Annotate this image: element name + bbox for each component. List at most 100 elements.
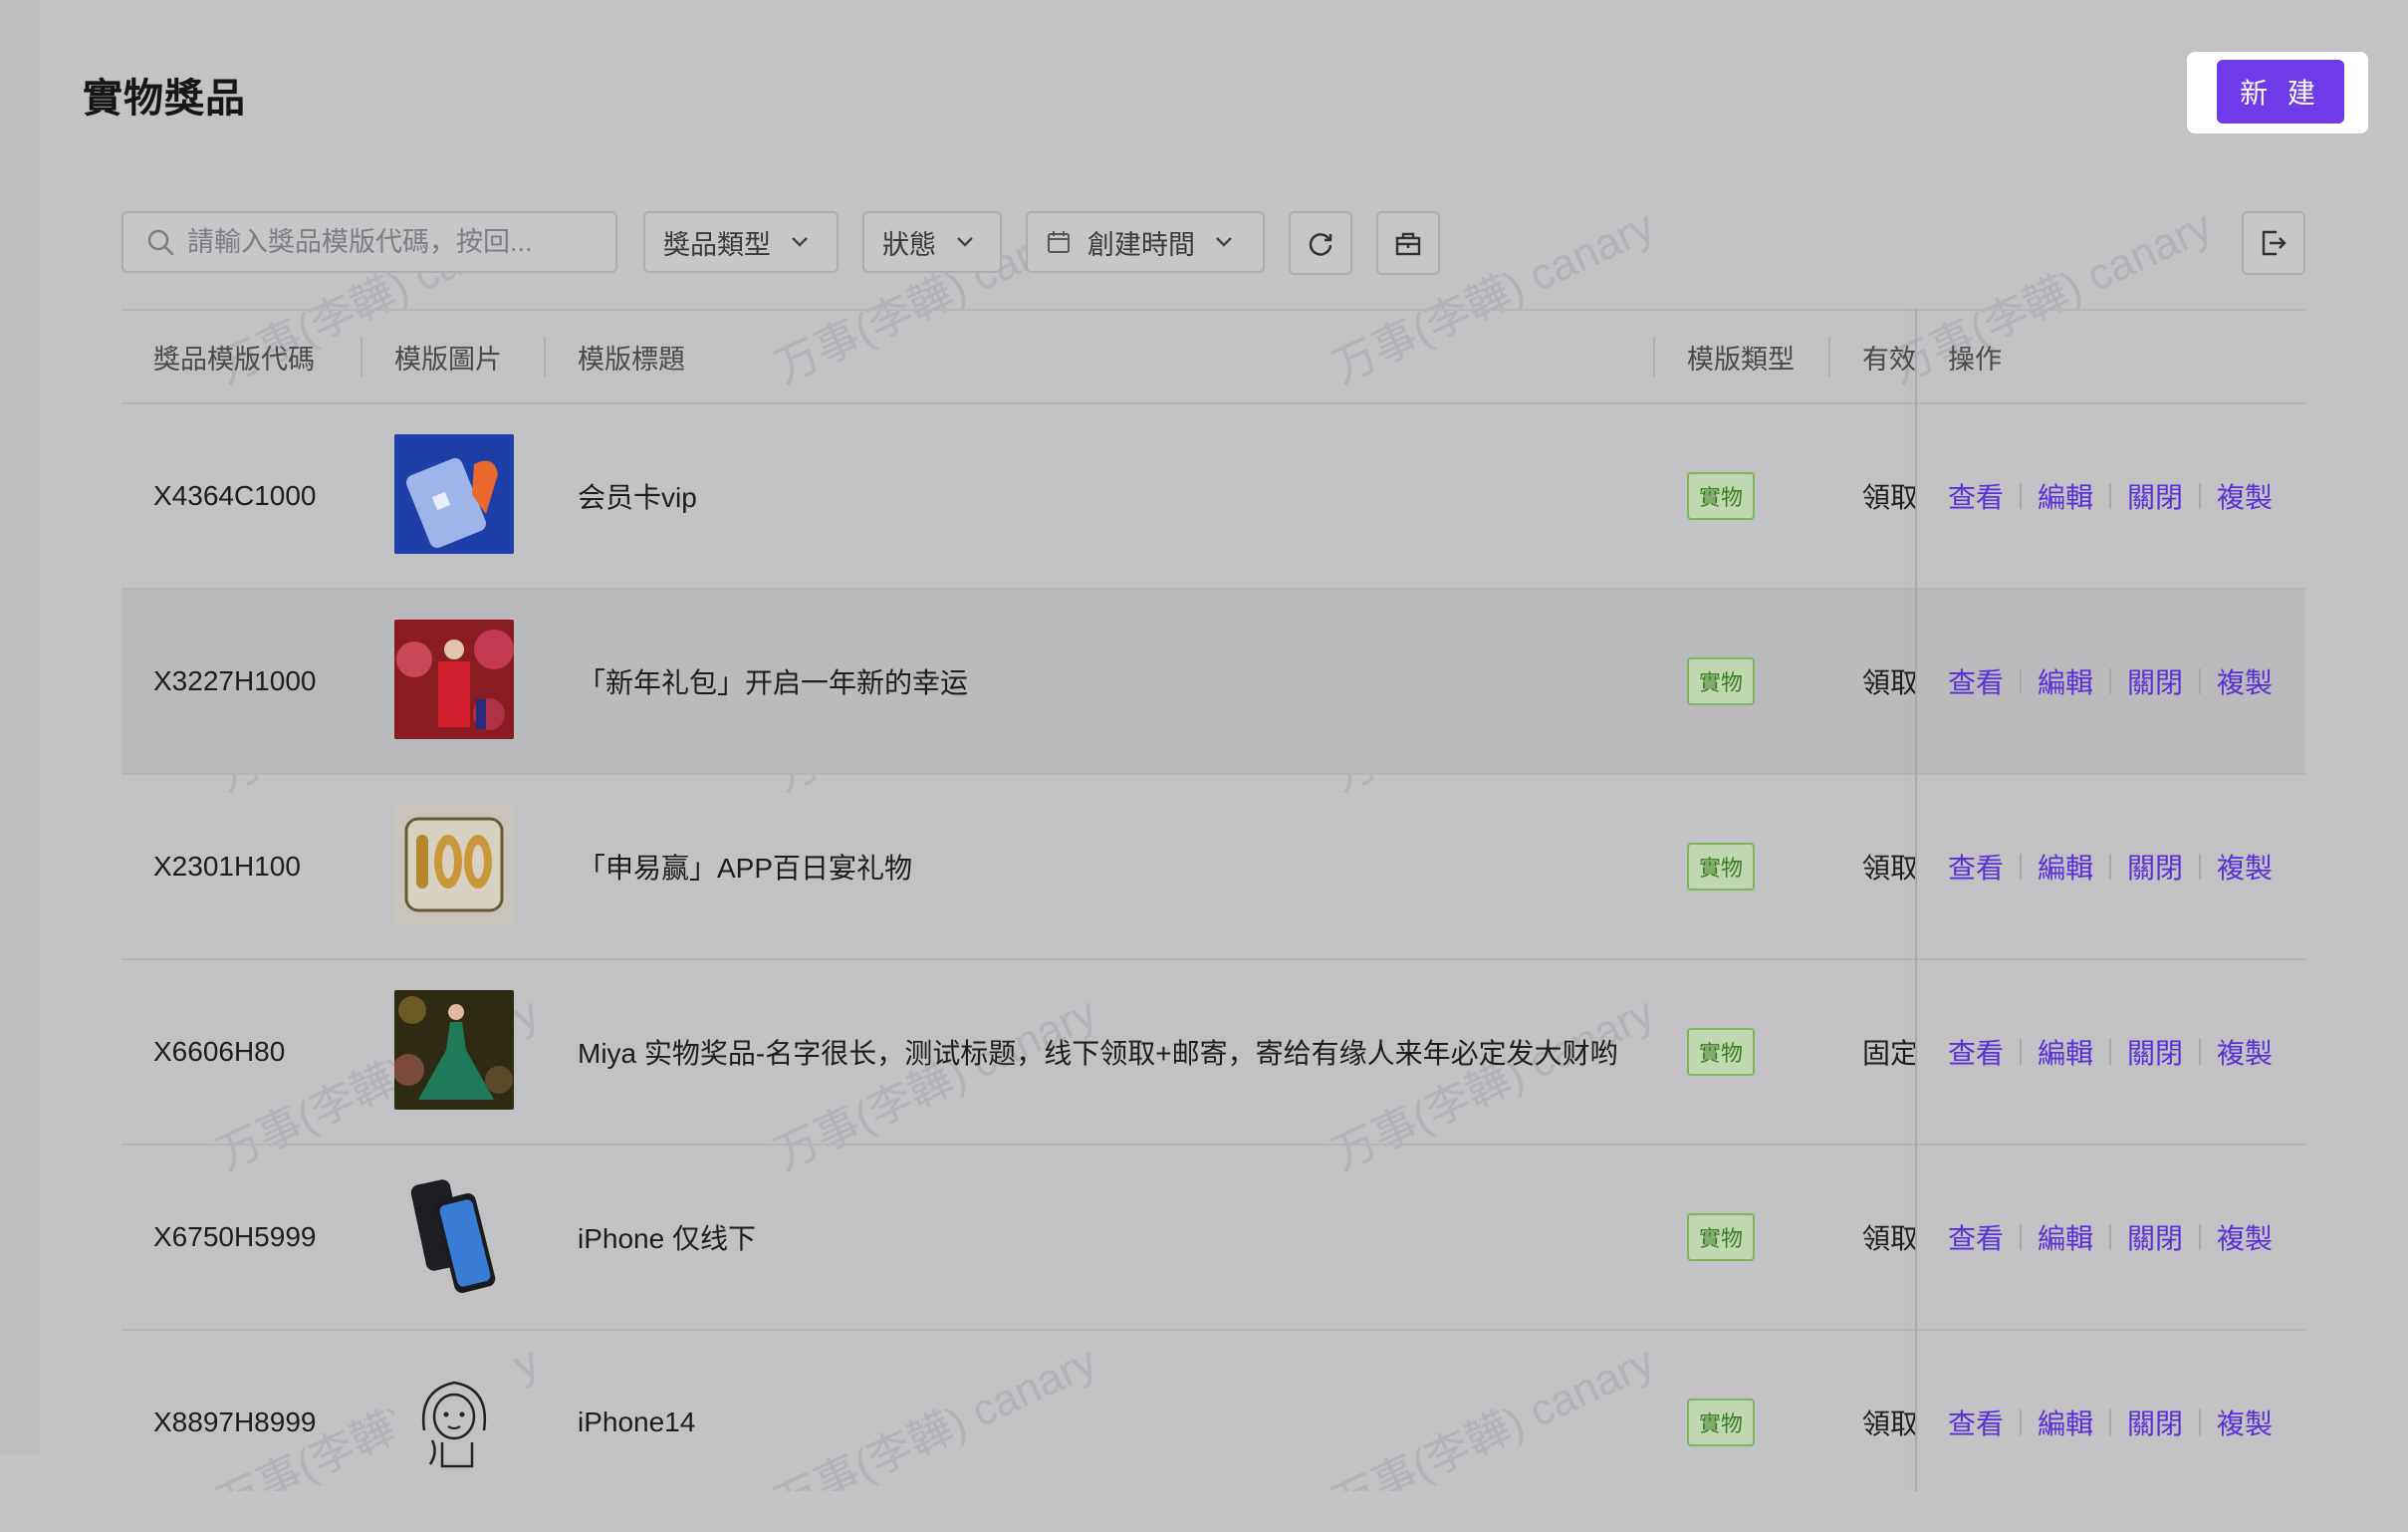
vip-card-image (394, 434, 514, 554)
action-divider (2109, 1039, 2112, 1065)
template-title: 「新年礼包」开启一年新的幸运 (578, 667, 969, 698)
column-header-code: 獎品模版代碼 (153, 344, 315, 375)
filter-label: 狀態 (882, 229, 936, 260)
template-title: iPhone 仅线下 (578, 1223, 756, 1254)
template-title: 「申易赢」APP百日宴礼物 (578, 853, 913, 884)
prize-code: X2301H100 (153, 851, 301, 882)
prize-code: X4364C1000 (153, 480, 317, 511)
new-year-image (394, 620, 514, 739)
prize-code: X6606H80 (153, 1036, 286, 1067)
search-input[interactable] (185, 225, 607, 259)
action-divider (2109, 1224, 2112, 1250)
copy-link[interactable]: 複製 (2217, 476, 2273, 516)
row-actions: 查看 編輯 關閉 複製 (1948, 1032, 2273, 1072)
view-link[interactable]: 查看 (1948, 1217, 2004, 1257)
view-link[interactable]: 查看 (1948, 661, 2004, 701)
edit-link[interactable]: 編輯 (2038, 1217, 2093, 1257)
chevron-down-icon (957, 237, 973, 247)
table-row: X6750H5999 iPhone 仅线下 實物 領取 查看 編輯 關閉 複製 (121, 1146, 2305, 1331)
edit-link[interactable]: 編輯 (2038, 661, 2093, 701)
copy-link[interactable]: 複製 (2217, 1217, 2273, 1257)
column-header-actions: 操作 (1948, 344, 2002, 375)
type-tag: 實物 (1687, 472, 1756, 520)
table-card: 万事(李韡) canary 万事(李韡) canary 万事(李韡) canar… (83, 171, 2345, 1491)
table-row: X8897H8999 iPhone14 實物 領取 查看 編輯 關閉 複製 (121, 1331, 2305, 1491)
type-tag: 實物 (1687, 1399, 1756, 1446)
view-link[interactable]: 查看 (1948, 847, 2004, 887)
action-divider (2020, 854, 2023, 880)
chevron-down-icon (1216, 237, 1232, 247)
sketch-girl-image (394, 1361, 514, 1480)
toolbar: 獎品類型 狀態 創建時間 (83, 171, 2345, 309)
prize-table: 獎品模版代碼 模版圖片 模版標題 模版類型 有效 操作 X4364C1000 会… (121, 309, 2305, 1491)
copy-link[interactable]: 複製 (2217, 847, 2273, 887)
balloon-100-image (394, 805, 514, 924)
column-divider (1828, 337, 1830, 377)
close-link[interactable]: 關閉 (2127, 847, 2183, 887)
filter-label: 獎品類型 (663, 229, 771, 260)
edit-link[interactable]: 編輯 (2038, 476, 2093, 516)
valid-text: 領取 (1862, 1408, 1919, 1439)
page: 實物獎品 新 建 万事(李韡) canary 万事(李韡) canary 万事(… (0, 0, 2408, 1532)
row-actions: 查看 編輯 關閉 複製 (1948, 1217, 2273, 1257)
action-divider (2199, 483, 2202, 509)
refresh-button[interactable] (1289, 211, 1352, 275)
type-tag: 實物 (1687, 1213, 1756, 1261)
stage-dress-image (394, 990, 514, 1110)
export-icon (2262, 230, 2287, 256)
action-divider (2109, 854, 2112, 880)
page-title: 實物獎品 (83, 77, 246, 121)
side-edge (0, 0, 40, 1454)
new-button[interactable]: 新 建 (2217, 60, 2344, 124)
status-filter[interactable]: 狀態 (862, 211, 1002, 273)
row-actions: 查看 編輯 關閉 複製 (1948, 476, 2273, 516)
search-box[interactable] (121, 211, 617, 273)
prize-code: X8897H8999 (153, 1406, 317, 1437)
action-divider (2020, 1039, 2023, 1065)
edit-link[interactable]: 編輯 (2038, 1032, 2093, 1072)
valid-text: 領取 (1862, 482, 1919, 513)
action-divider (2199, 854, 2202, 880)
column-divider (1653, 337, 1655, 377)
column-divider (361, 337, 362, 377)
view-link[interactable]: 查看 (1948, 1403, 2004, 1442)
copy-link[interactable]: 複製 (2217, 1403, 2273, 1442)
action-divider (2109, 668, 2112, 694)
column-header-valid: 有效 (1862, 344, 1916, 375)
valid-text: 領取 (1862, 667, 1919, 698)
valid-text: 領取 (1862, 853, 1919, 884)
template-title: iPhone14 (578, 1406, 696, 1437)
view-link[interactable]: 查看 (1948, 476, 2004, 516)
close-link[interactable]: 關閉 (2127, 661, 2183, 701)
close-link[interactable]: 關閉 (2127, 476, 2183, 516)
prize-type-filter[interactable]: 獎品類型 (643, 211, 839, 273)
filter-label: 創建時間 (1087, 229, 1195, 260)
copy-link[interactable]: 複製 (2217, 661, 2273, 701)
action-divider (2199, 668, 2202, 694)
close-link[interactable]: 關閉 (2127, 1403, 2183, 1442)
refresh-icon (1309, 233, 1332, 256)
edit-link[interactable]: 編輯 (2038, 1403, 2093, 1442)
export-button[interactable] (2242, 211, 2305, 275)
gift-button[interactable] (1376, 211, 1440, 275)
copy-link[interactable]: 複製 (2217, 1032, 2273, 1072)
search-icon (147, 229, 174, 256)
column-divider (544, 337, 546, 377)
close-link[interactable]: 關閉 (2127, 1032, 2183, 1072)
view-link[interactable]: 查看 (1948, 1032, 2004, 1072)
action-divider (2199, 1224, 2202, 1250)
action-divider (2109, 483, 2112, 509)
row-actions: 查看 編輯 關閉 複製 (1948, 661, 2273, 701)
close-link[interactable]: 關閉 (2127, 1217, 2183, 1257)
iphone-image (394, 1175, 514, 1295)
action-divider (2020, 1409, 2023, 1435)
table-row: X2301H100 「申易赢」APP百日宴礼物 實物 領取 查看 編輯 關閉 複… (121, 775, 2305, 960)
edit-link[interactable]: 編輯 (2038, 847, 2093, 887)
created-time-filter[interactable]: 創建時間 (1026, 211, 1265, 273)
chevron-down-icon (792, 237, 808, 247)
prize-code: X3227H1000 (153, 665, 317, 696)
prize-code: X6750H5999 (153, 1221, 317, 1252)
column-header-image: 模版圖片 (394, 344, 502, 375)
action-divider (2020, 1224, 2023, 1250)
table-row: X4364C1000 会员卡vip 實物 領取 查看 編輯 關閉 複製 (121, 404, 2305, 590)
